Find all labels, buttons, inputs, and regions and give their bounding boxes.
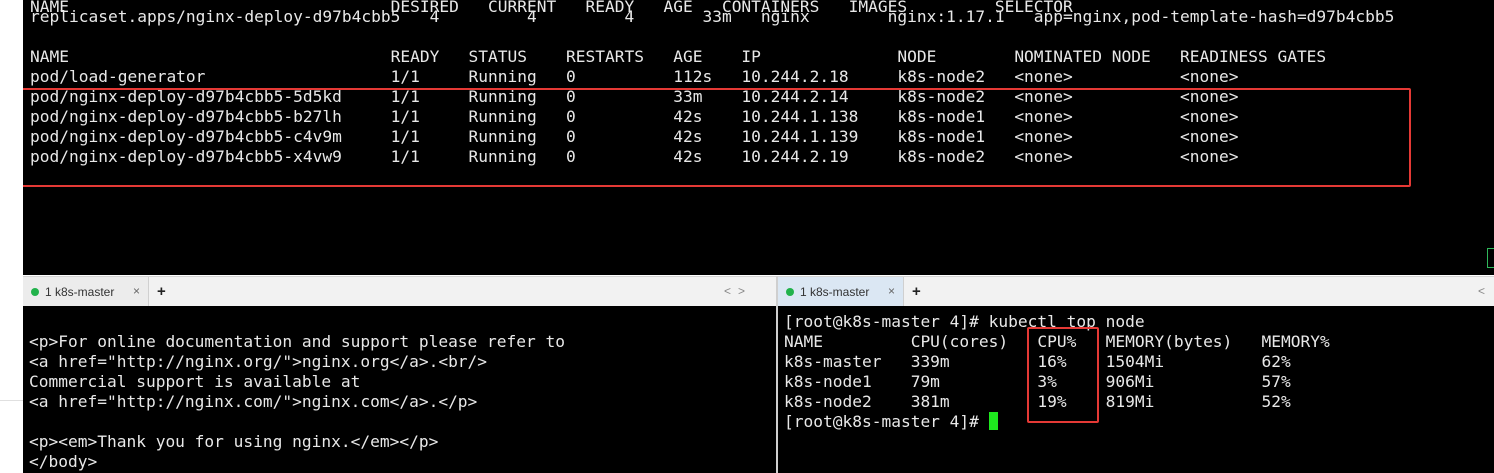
- close-icon[interactable]: ×: [133, 284, 140, 298]
- terminal-line: NAME READY STATUS RESTARTS AGE IP NODE N…: [30, 47, 1327, 66]
- close-icon[interactable]: ×: [888, 284, 895, 298]
- terminal-line: replicaset.apps/nginx-deploy-d97b4cbb5 4…: [30, 7, 1395, 26]
- right-terminal[interactable]: [root@k8s-master 4]# kubectl top node NA…: [778, 306, 1494, 473]
- chevron-left-icon[interactable]: <: [1478, 284, 1485, 298]
- terminal-line: <p>For online documentation and support …: [29, 332, 566, 351]
- terminal-line: </body>: [29, 452, 98, 471]
- tab-k8s-master-right[interactable]: 1 k8s-master ×: [778, 277, 904, 307]
- tab-label: 1 k8s-master: [45, 285, 115, 299]
- tab-label: 1 k8s-master: [800, 285, 870, 299]
- left-gutter: [0, 0, 23, 473]
- terminal-line: <a href="http://nginx.com/">nginx.com</a…: [29, 392, 478, 411]
- terminal-line: <a href="http://nginx.org/">nginx.org</a…: [29, 352, 488, 371]
- left-terminal[interactable]: <p>For online documentation and support …: [23, 306, 776, 473]
- status-dot-icon: [31, 288, 39, 296]
- highlight-box-pods: [23, 88, 1411, 187]
- chevron-right-icon[interactable]: >: [738, 284, 745, 298]
- status-dot-icon: [786, 288, 794, 296]
- scroll-indicator[interactable]: [1487, 248, 1494, 268]
- tab-k8s-master-left[interactable]: 1 k8s-master ×: [23, 277, 149, 307]
- top-terminal[interactable]: NAME DESIRED CURRENT READY AGE CONTAINER…: [23, 0, 1494, 275]
- left-tab-bar: 1 k8s-master × + < >: [23, 276, 776, 308]
- right-tab-bar: 1 k8s-master × + <: [778, 276, 1494, 308]
- terminal-line: pod/load-generator 1/1 Running 0 112s 10…: [30, 67, 1239, 86]
- add-tab-icon[interactable]: +: [912, 283, 921, 300]
- terminal-line: <p><em>Thank you for using nginx.</em></…: [29, 432, 439, 451]
- terminal-line: Commercial support is available at: [29, 372, 361, 391]
- add-tab-icon[interactable]: +: [157, 283, 166, 300]
- cursor: [988, 412, 998, 430]
- chevron-left-icon[interactable]: <: [724, 284, 731, 298]
- prompt-line[interactable]: [root@k8s-master 4]#: [784, 412, 998, 432]
- highlight-box-cpu: [1027, 327, 1099, 423]
- shell-prompt: [root@k8s-master 4]#: [784, 412, 989, 431]
- gutter-divider: [0, 400, 23, 401]
